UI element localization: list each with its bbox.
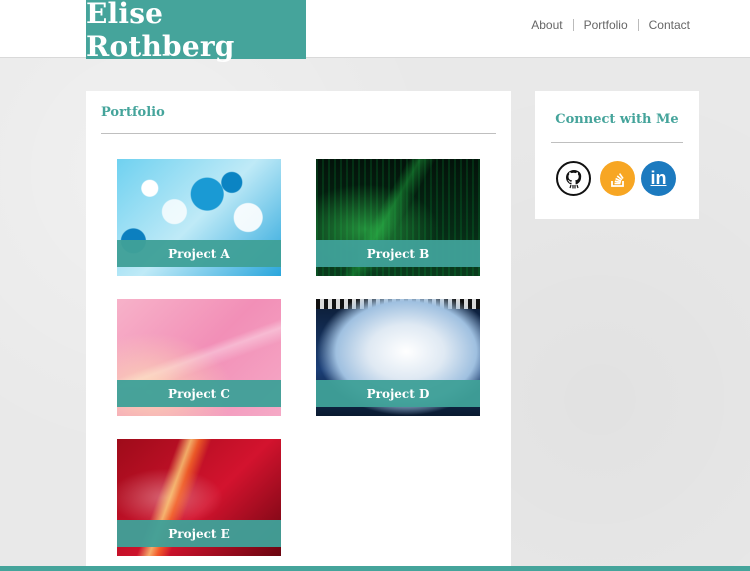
- nav-link-contact[interactable]: Contact: [639, 18, 700, 32]
- top-bar: Elise Rothberg About Portfolio Contact: [0, 0, 750, 63]
- github-octocat-glyph: [565, 169, 581, 188]
- stackoverflow-icon[interactable]: [600, 161, 635, 196]
- project-label: Project C: [117, 380, 281, 407]
- connect-panel: Connect with Me in: [535, 91, 699, 219]
- linkedin-icon[interactable]: in: [641, 161, 676, 196]
- project-card-c[interactable]: Project C: [117, 299, 281, 416]
- project-label: Project D: [316, 380, 480, 407]
- site-title[interactable]: Elise Rothberg: [86, 0, 306, 63]
- project-label: Project E: [117, 520, 281, 547]
- portfolio-section: Portfolio Project A Project B Project C …: [86, 91, 511, 571]
- section-divider: [551, 142, 683, 143]
- stackoverflow-glyph: [610, 172, 624, 187]
- nav-link-about[interactable]: About: [521, 18, 572, 32]
- footer-accent-bar: [0, 566, 750, 571]
- section-divider: [101, 133, 496, 134]
- portfolio-heading: Portfolio: [101, 105, 165, 120]
- main-nav: About Portfolio Contact: [521, 18, 700, 32]
- project-card-a[interactable]: Project A: [117, 159, 281, 276]
- connect-heading: Connect with Me: [555, 112, 679, 127]
- project-card-d[interactable]: Project D: [316, 299, 480, 416]
- project-label: Project B: [316, 240, 480, 267]
- nav-link-portfolio[interactable]: Portfolio: [574, 18, 638, 32]
- linkedin-glyph: in: [650, 168, 667, 188]
- project-card-b[interactable]: Project B: [316, 159, 480, 276]
- project-card-e[interactable]: Project E: [117, 439, 281, 556]
- project-label: Project A: [117, 240, 281, 267]
- github-icon[interactable]: [556, 161, 591, 196]
